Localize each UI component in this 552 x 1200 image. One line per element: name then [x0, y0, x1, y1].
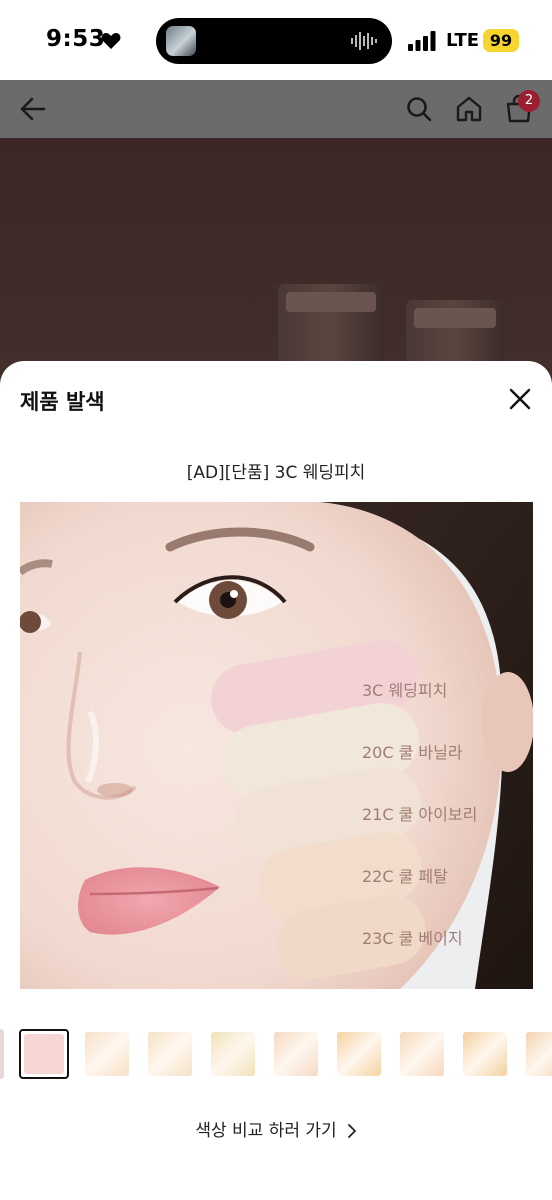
swatch-label: 22C 쿨 페탈	[362, 867, 448, 886]
signal-icon	[408, 31, 436, 51]
swatch-thumbnail[interactable]	[271, 1029, 321, 1079]
swatch-label: 20C 쿨 바닐라	[362, 743, 463, 762]
status-bar: 9:53 LTE 99	[0, 0, 552, 80]
close-icon[interactable]	[506, 385, 534, 413]
swatch-thumbnail[interactable]	[82, 1029, 132, 1079]
audio-wave-icon	[351, 32, 377, 50]
swatch-thumbnail[interactable]	[334, 1029, 384, 1079]
thumbnail-partial[interactable]	[0, 1029, 4, 1079]
product-hero-image	[0, 138, 552, 398]
swatch-label: 23C 쿨 베이지	[362, 929, 463, 948]
search-icon[interactable]	[404, 94, 434, 124]
swatch-label: 3C 웨딩피치	[362, 681, 448, 700]
heart-icon	[101, 33, 121, 49]
back-arrow-icon[interactable]	[18, 94, 48, 124]
dynamic-island[interactable]	[156, 18, 392, 64]
swatch-thumbnail[interactable]	[208, 1029, 258, 1079]
network-type: LTE	[446, 30, 480, 51]
color-swatch-sheet: 제품 발색 [AD][단품] 3C 웨딩피치 3C 웨딩피치 20C 쿨 바닐라…	[0, 361, 552, 1200]
compare-colors-label: 색상 비교 하러 가기	[195, 1121, 337, 1141]
battery-indicator: 99	[483, 29, 519, 52]
cart-count-badge: 2	[518, 90, 540, 112]
app-header	[0, 80, 552, 138]
status-time: 9:53	[46, 26, 106, 52]
thumbnail-strip[interactable]	[0, 1029, 552, 1081]
swatch-thumbnail[interactable]	[397, 1029, 447, 1079]
compare-colors-link[interactable]: 색상 비교 하러 가기	[0, 1116, 552, 1141]
swatch-thumbnail[interactable]	[460, 1029, 510, 1079]
sheet-title: 제품 발색	[20, 390, 105, 414]
swatch-thumbnail[interactable]	[19, 1029, 69, 1079]
swatch-thumbnail[interactable]	[145, 1029, 195, 1079]
swatch-thumbnail[interactable]	[523, 1029, 552, 1079]
page: 9:53 LTE 99 2 제품 발색 [AD][단품] 3C 웨딩피치 3C …	[0, 0, 552, 1200]
swatch-label: 21C 쿨 아이보리	[362, 805, 478, 824]
now-playing-thumbnail	[166, 26, 196, 56]
product-name: [AD][단품] 3C 웨딩피치	[186, 463, 366, 483]
chevron-right-icon	[347, 1124, 356, 1138]
swatch-photo: 3C 웨딩피치 20C 쿨 바닐라 21C 쿨 아이보리 22C 쿨 페탈 23…	[20, 502, 533, 989]
home-icon[interactable]	[454, 94, 484, 124]
